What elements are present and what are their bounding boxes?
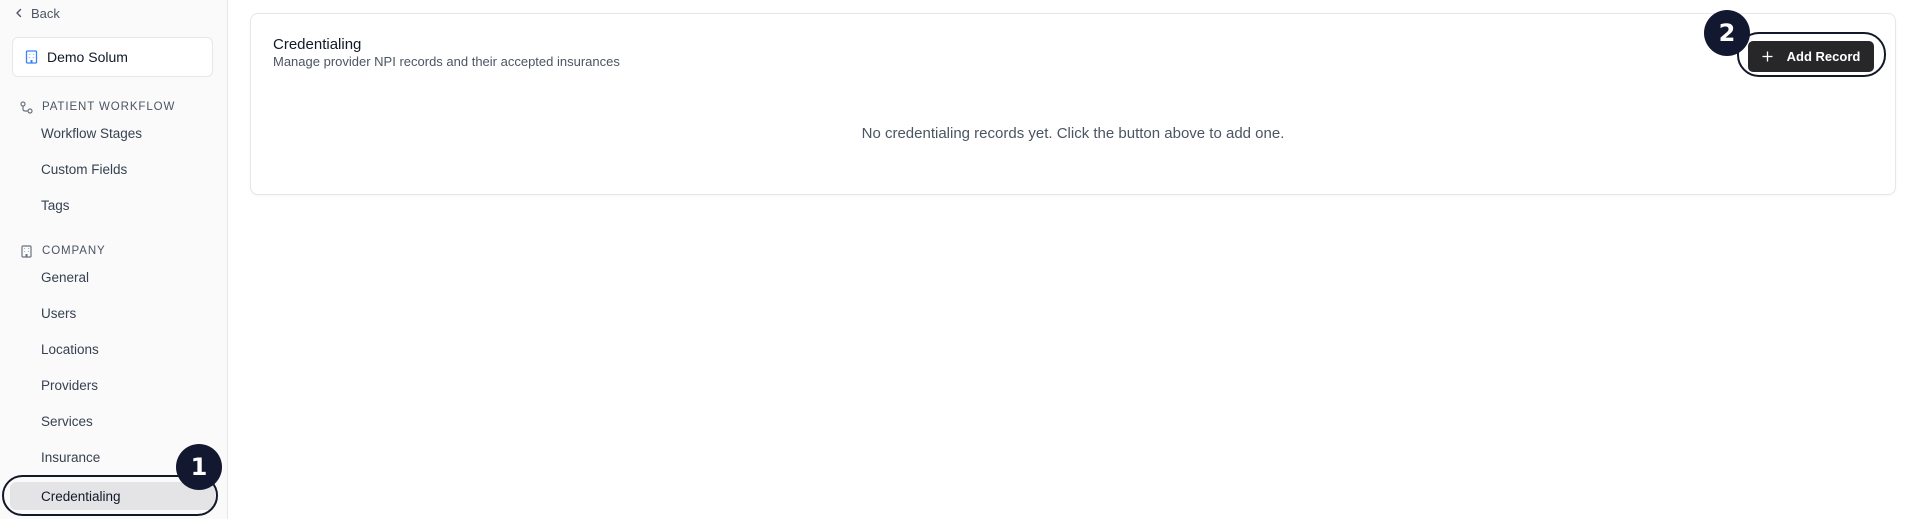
sidebar-item-insurance[interactable]: Insurance <box>41 447 100 467</box>
workflow-icon <box>20 100 33 114</box>
sidebar-item-services[interactable]: Services <box>41 411 93 431</box>
sidebar-item-workflow-stages[interactable]: Workflow Stages <box>41 123 142 143</box>
section-title-label: COMPANY <box>42 245 106 257</box>
sidebar-item-providers[interactable]: Providers <box>41 375 98 395</box>
section-title-patient-workflow: PATIENT WORKFLOW <box>20 99 175 115</box>
section-title-label: PATIENT WORKFLOW <box>42 101 176 113</box>
sidebar: Back Demo Solum PATIENT WORKFLOW Workflo… <box>0 0 228 519</box>
plus-icon <box>1762 51 1773 62</box>
add-record-label: Add Record <box>1786 49 1861 64</box>
organization-selector[interactable]: Demo Solum <box>12 37 213 77</box>
chevron-left-icon <box>16 8 22 18</box>
sidebar-item-custom-fields[interactable]: Custom Fields <box>41 159 127 179</box>
sidebar-item-locations[interactable]: Locations <box>41 339 99 359</box>
section-title-company: COMPANY <box>20 243 106 259</box>
building-icon <box>25 50 38 64</box>
organization-name: Demo Solum <box>47 49 128 65</box>
page-subtitle: Manage provider NPI records and their ac… <box>273 54 620 69</box>
sidebar-item-users[interactable]: Users <box>41 303 76 323</box>
sidebar-item-tags[interactable]: Tags <box>41 195 70 215</box>
page-title: Credentialing <box>273 36 362 53</box>
step-badge-2: 2 <box>1704 10 1750 56</box>
step-badge-1: 1 <box>176 444 222 490</box>
add-record-button[interactable]: Add Record <box>1748 41 1874 72</box>
empty-state-message: No credentialing records yet. Click the … <box>861 125 1285 142</box>
sidebar-item-general[interactable]: General <box>41 267 89 287</box>
back-label: Back <box>31 5 60 21</box>
sidebar-item-credentialing[interactable]: Credentialing <box>10 482 215 510</box>
back-link[interactable]: Back <box>14 4 60 22</box>
building-icon <box>21 244 32 258</box>
credentialing-card: Credentialing Manage provider NPI record… <box>250 13 1896 195</box>
